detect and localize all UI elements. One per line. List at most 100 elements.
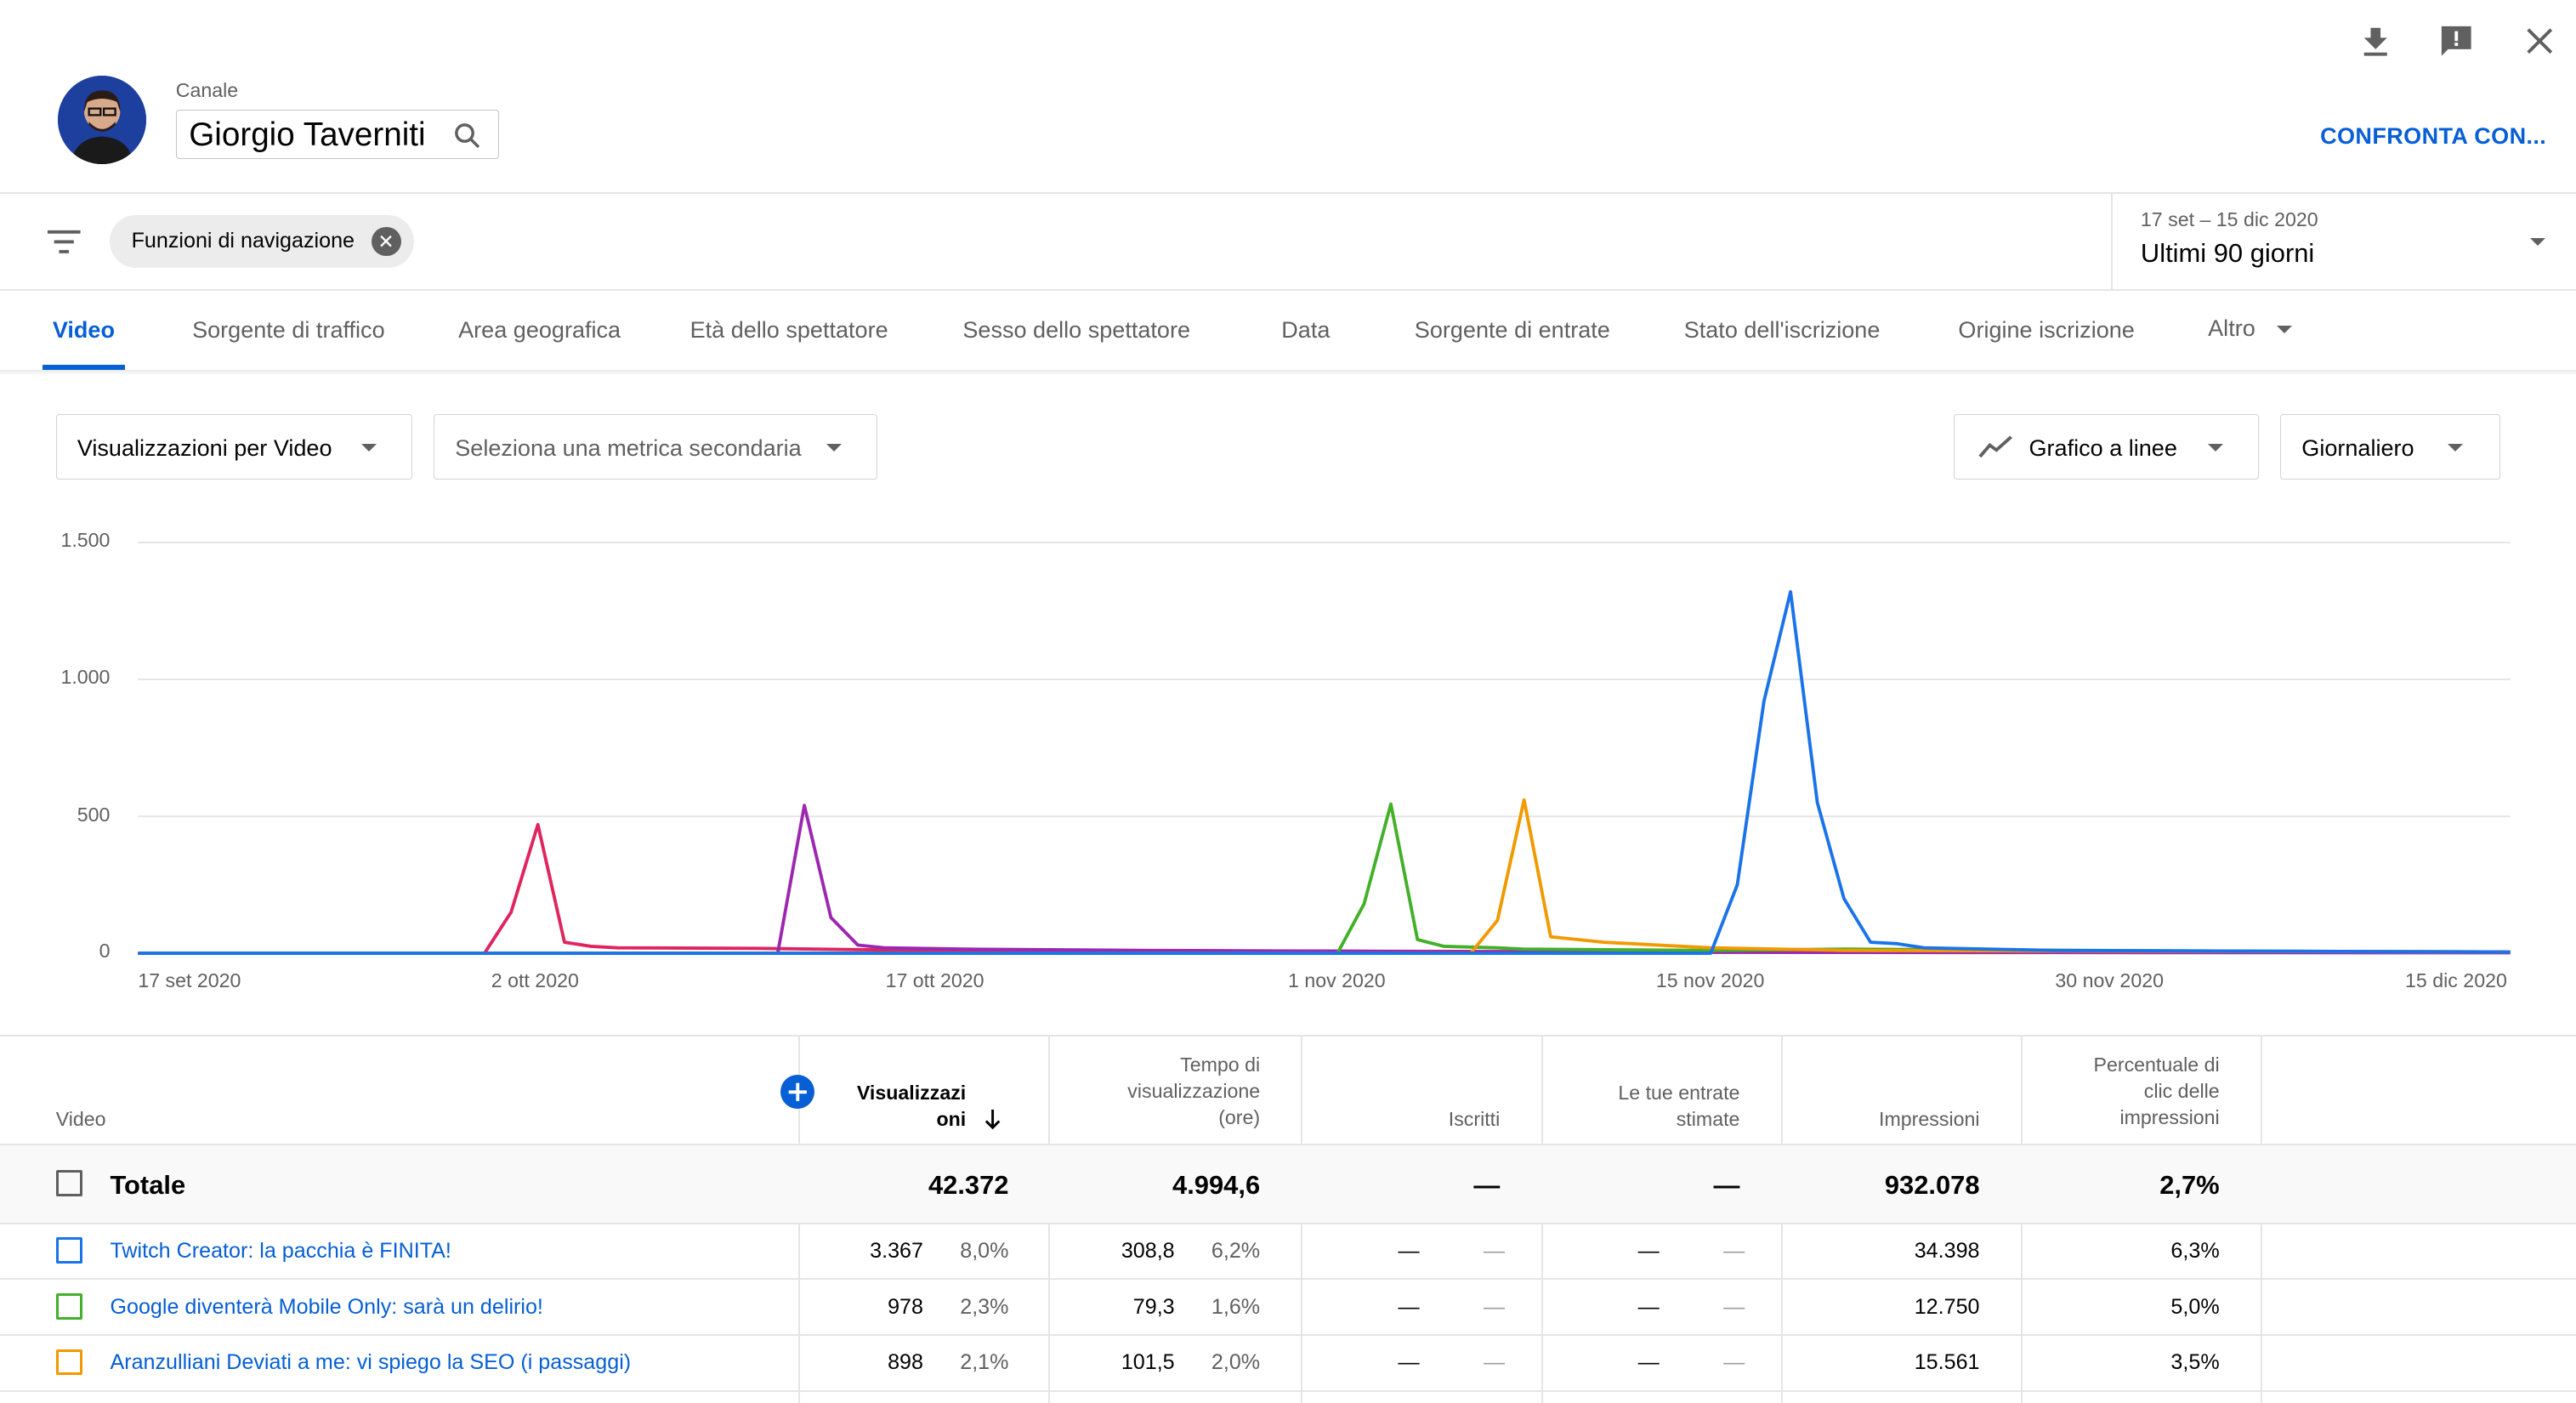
chevron-down-icon[interactable] xyxy=(2529,238,2545,246)
tab-geography[interactable]: Area geografica xyxy=(458,317,621,344)
row-subscribers-pct: — xyxy=(1483,1350,1506,1375)
compare-button[interactable]: CONFRONTA CON... xyxy=(2320,123,2546,150)
row-checkbox[interactable] xyxy=(55,1237,82,1264)
row-subscribers-pct: — xyxy=(1483,1294,1506,1319)
total-views: 42.372 xyxy=(928,1169,1009,1200)
download-icon[interactable] xyxy=(2358,23,2394,60)
column-header-watch-time[interactable]: Tempo di visualizzazione (ore) xyxy=(1052,1052,1260,1131)
granularity-label: Giornaliero xyxy=(2301,435,2414,462)
row-views-pct: 2,1% xyxy=(960,1350,1009,1375)
column-header-revenue[interactable]: Le tue entrate stimate xyxy=(1544,1080,1739,1133)
header-line: (ore) xyxy=(1218,1105,1261,1128)
row-views-pct: 2,3% xyxy=(960,1294,1009,1319)
row-revenue-pct: — xyxy=(1723,1294,1745,1319)
date-range[interactable]: 17 set – 15 dic 2020 xyxy=(2141,208,2318,231)
row-watch-pct: 2,0% xyxy=(1211,1350,1261,1375)
row-watch-pct: 6,2% xyxy=(1211,1239,1261,1264)
row-impressions: 15.561 xyxy=(1914,1350,1980,1375)
tab-more[interactable]: Altro xyxy=(2208,315,2255,342)
header-line: Visualizzazi xyxy=(856,1081,967,1104)
filter-icon[interactable] xyxy=(46,227,82,257)
header-line: Percentuale di xyxy=(2093,1053,2220,1076)
row-revenue: — xyxy=(1637,1239,1660,1264)
x-tick-label: 17 set 2020 xyxy=(138,969,241,992)
tab-viewer-age[interactable]: Età dello spettatore xyxy=(690,317,888,344)
row-views: 978 xyxy=(888,1294,923,1319)
row-impressions: 34.398 xyxy=(1914,1239,1980,1264)
column-header-ctr[interactable]: Percentuale di clic delle impressioni xyxy=(2024,1052,2220,1131)
date-preset[interactable]: Ultimi 90 giorni xyxy=(2141,238,2314,269)
column-header-views[interactable]: Visualizzazi oni xyxy=(805,1080,966,1133)
tab-video[interactable]: Video xyxy=(53,317,115,344)
tab-subscription-source[interactable]: Origine iscrizione xyxy=(1958,317,2134,344)
video-title-link[interactable]: Google diventerà Mobile Only: sarà un de… xyxy=(110,1295,542,1320)
header-line: visualizzazione xyxy=(1127,1079,1261,1102)
tab-date[interactable]: Data xyxy=(1281,317,1330,344)
row-watch-pct: 1,6% xyxy=(1211,1294,1261,1319)
tab-traffic-source[interactable]: Sorgente di traffico xyxy=(192,317,385,344)
row-revenue-pct: — xyxy=(1723,1239,1745,1264)
x-tick-label: 15 nov 2020 xyxy=(1655,969,1765,992)
tab-subscription-status[interactable]: Stato dell'iscrizione xyxy=(1684,317,1881,344)
divider xyxy=(2111,194,2114,290)
row-subscribers: — xyxy=(1398,1294,1420,1319)
chevron-down-icon xyxy=(361,443,377,452)
row-views-pct: 8,0% xyxy=(960,1239,1009,1264)
column-header-impressions[interactable]: Impressioni xyxy=(1784,1106,1979,1133)
divider xyxy=(0,1222,2576,1224)
x-tick-label: 15 dic 2020 xyxy=(2405,969,2507,992)
tab-revenue-source[interactable]: Sorgente di entrate xyxy=(1415,317,1610,344)
row-ctr: 6,3% xyxy=(2170,1239,2220,1264)
series-line-4 xyxy=(138,589,2511,955)
divider xyxy=(0,369,2576,375)
channel-label: Canale xyxy=(175,78,239,101)
total-impressions: 932.078 xyxy=(1884,1169,1980,1200)
metric-dropdown-label: Visualizzazioni per Video xyxy=(77,435,332,462)
filter-chip-label: Funzioni di navigazione xyxy=(131,228,355,253)
chart-type-label: Grafico a linee xyxy=(2028,435,2177,462)
row-subscribers: — xyxy=(1398,1350,1420,1375)
row-revenue: — xyxy=(1637,1294,1660,1319)
header-line: impressioni xyxy=(2119,1105,2220,1128)
chip-remove-icon[interactable]: ✕ xyxy=(371,226,401,257)
video-title-link[interactable]: Twitch Creator: la pacchia è FINITA! xyxy=(110,1239,451,1264)
sort-down-icon[interactable] xyxy=(983,1107,1002,1130)
series-line-3 xyxy=(138,798,2511,955)
header-line: Le tue entrate xyxy=(1618,1081,1740,1104)
channel-avatar xyxy=(57,75,146,165)
total-revenue: — xyxy=(1713,1169,1740,1200)
header-line: stimate xyxy=(1676,1107,1740,1130)
divider xyxy=(0,1334,2576,1337)
line-chart xyxy=(138,541,2511,955)
row-checkbox[interactable] xyxy=(55,1292,82,1320)
row-checkbox[interactable] xyxy=(55,1349,82,1376)
chevron-down-icon xyxy=(2448,443,2464,452)
divider xyxy=(0,1035,2576,1037)
line-chart-icon xyxy=(1978,434,2015,460)
chevron-down-icon[interactable] xyxy=(2277,325,2293,333)
row-revenue: — xyxy=(1637,1350,1660,1375)
row-views: 3.367 xyxy=(870,1239,923,1264)
series-line-0 xyxy=(138,822,2511,955)
total-subscribers: — xyxy=(1473,1169,1501,1200)
divider xyxy=(0,1278,2576,1281)
close-icon[interactable] xyxy=(2522,23,2558,60)
x-tick-label: 30 nov 2020 xyxy=(2055,969,2164,992)
total-ctr: 2,7% xyxy=(2159,1169,2220,1200)
row-subscribers: — xyxy=(1398,1239,1420,1264)
row-revenue-pct: — xyxy=(1723,1350,1745,1375)
video-title-link[interactable]: Aranzulliani Deviati a me: vi spiego la … xyxy=(110,1350,631,1375)
feedback-icon[interactable] xyxy=(2438,23,2475,60)
search-icon[interactable] xyxy=(453,122,483,151)
tab-viewer-gender[interactable]: Sesso dello spettatore xyxy=(962,317,1190,344)
column-header-subscribers[interactable]: Iscritti xyxy=(1304,1106,1501,1133)
channel-name: Giorgio Taverniti xyxy=(189,116,426,154)
row-views: 898 xyxy=(888,1350,923,1375)
divider xyxy=(0,192,2576,194)
x-tick-label: 2 ott 2020 xyxy=(491,969,579,992)
analytics-page: Canale Giorgio Taverniti CONFRONTA CON..… xyxy=(0,0,2576,1403)
header-line: clic delle xyxy=(2143,1079,2220,1102)
row-ctr: 3,5% xyxy=(2170,1350,2220,1375)
total-checkbox[interactable] xyxy=(55,1169,82,1196)
column-header-video: Video xyxy=(55,1107,106,1130)
